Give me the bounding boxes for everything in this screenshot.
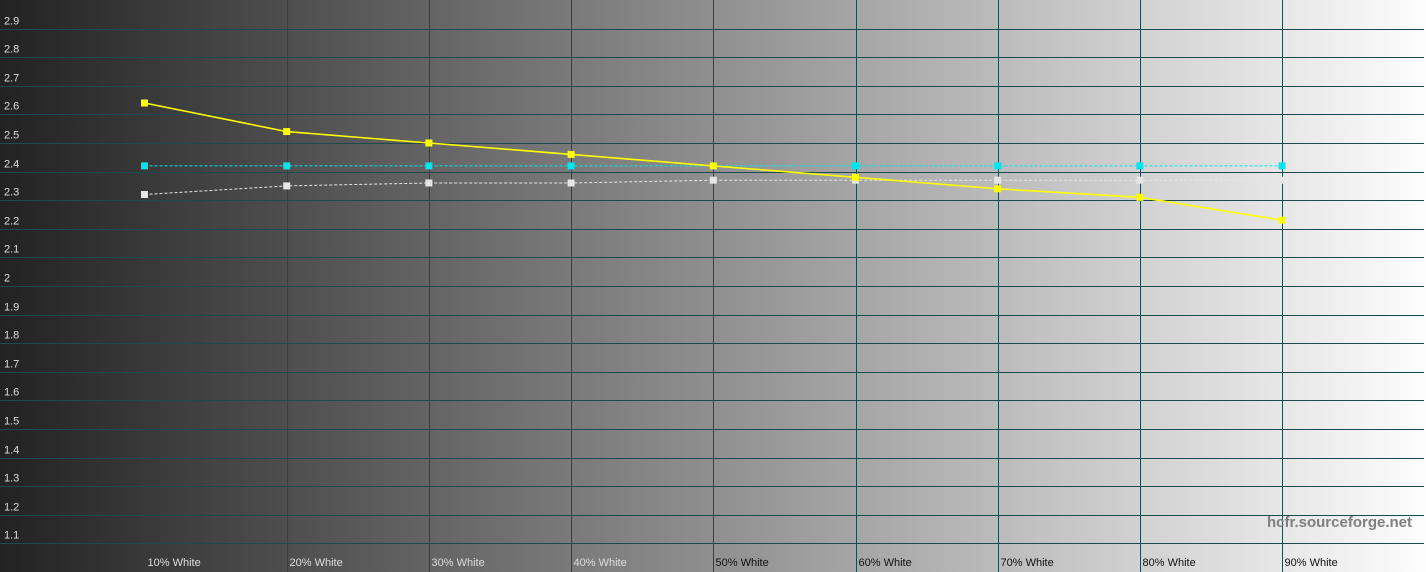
data-point (567, 162, 575, 170)
x-tick-label: 70% White (1001, 557, 1054, 569)
data-point (425, 162, 433, 170)
data-point (994, 162, 1002, 170)
y-tick-label: 1.5 (4, 416, 19, 428)
y-tick-label: 2.9 (4, 16, 19, 28)
x-tick-label: 90% White (1285, 557, 1338, 569)
y-tick-label: 2.5 (4, 130, 19, 142)
data-point (709, 162, 717, 170)
data-point (852, 162, 859, 170)
x-tick-label: 80% White (1143, 557, 1196, 569)
data-point (141, 191, 148, 198)
data-point (141, 162, 148, 170)
watermark: hcfr.sourceforge.net (1267, 514, 1412, 531)
data-point (283, 182, 291, 190)
data-point (994, 176, 1002, 184)
y-tick-label: 1.9 (4, 302, 19, 314)
data-point (425, 139, 433, 147)
x-tick-label: 60% White (859, 557, 912, 569)
data-point (283, 128, 291, 136)
y-tick-label: 1.6 (4, 387, 19, 399)
data-point (567, 150, 575, 158)
data-point (1278, 162, 1286, 170)
x-axis: 10% White 20% White 30% White 40% White 50% … (148, 557, 1338, 569)
data-point (852, 173, 859, 181)
x-tick-label: 50% White (716, 557, 769, 569)
data-point (567, 179, 575, 187)
data-point (1278, 216, 1286, 224)
y-tick-label: 2.1 (4, 244, 19, 256)
data-point (1136, 193, 1144, 201)
y-tick-label: 1.8 (4, 330, 19, 342)
data-point (709, 176, 717, 184)
y-tick-label: 1.2 (4, 502, 19, 514)
y-tick-label: 2 (4, 273, 10, 285)
gamma-chart: 1.1 1.2 1.3 1.4 1.5 1.6 1.7 1.8 1.9 2 2.1 2.2 2.3 2.4… (0, 0, 1426, 572)
data-point (283, 162, 291, 170)
y-tick-label: 2.4 (4, 159, 19, 171)
x-tick-label: 30% White (432, 557, 485, 569)
y-tick-label: 1.1 (4, 530, 19, 542)
data-point (425, 179, 433, 187)
y-tick-label: 1.7 (4, 359, 19, 371)
data-point (141, 99, 148, 107)
data-point (1278, 176, 1286, 184)
y-tick-label: 2.6 (4, 101, 19, 113)
x-tick-label: 40% White (574, 557, 627, 569)
chart-canvas: 1.1 1.2 1.3 1.4 1.5 1.6 1.7 1.8 1.9 2 2.1 2.2 2.3 2.4… (0, 0, 1426, 572)
y-tick-label: 2.8 (4, 44, 19, 56)
data-point (1136, 162, 1144, 170)
x-tick-label: 10% White (148, 557, 201, 569)
y-tick-label: 2.3 (4, 187, 19, 199)
x-tick-label: 20% White (290, 557, 343, 569)
y-tick-label: 2.7 (4, 73, 19, 85)
y-tick-label: 1.4 (4, 445, 19, 457)
y-tick-label: 2.2 (4, 216, 19, 228)
y-tick-label: 1.3 (4, 473, 19, 485)
data-point (994, 185, 1002, 193)
data-point (1136, 176, 1144, 184)
